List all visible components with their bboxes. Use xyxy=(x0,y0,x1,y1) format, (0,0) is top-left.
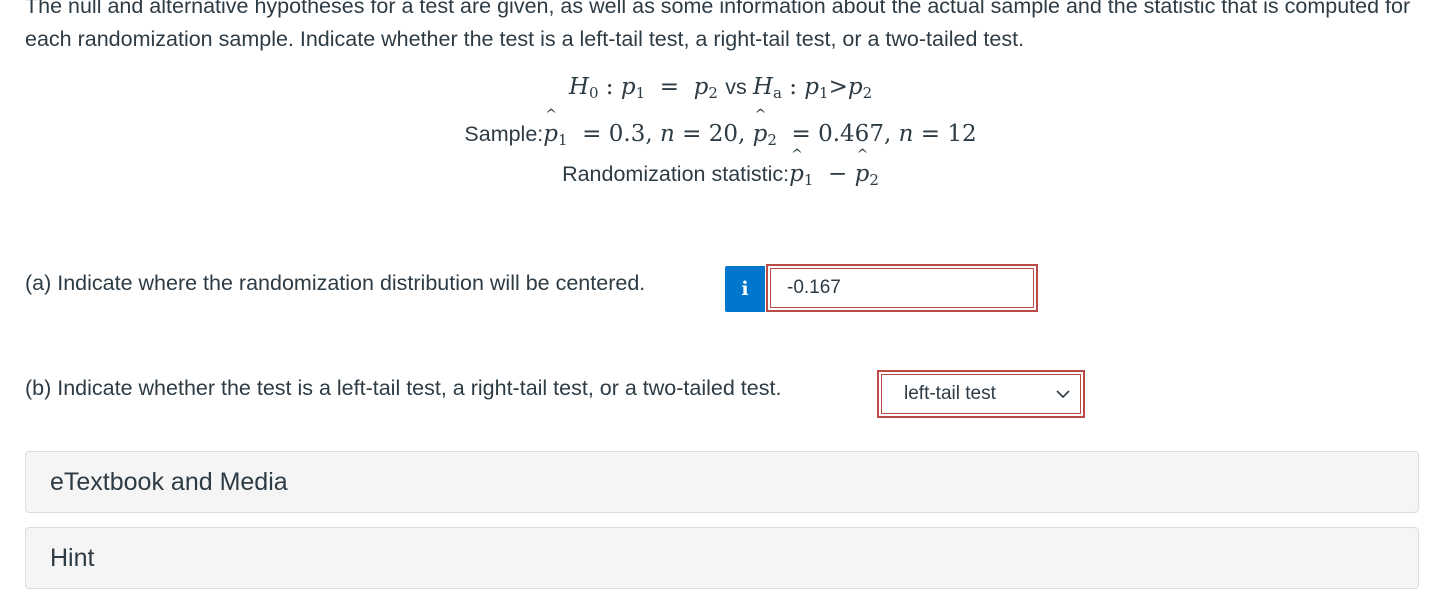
part-b-question: (b) Indicate whether the test is a left-… xyxy=(25,376,782,400)
part-b-selected-value: left-tail test xyxy=(904,383,996,404)
p2-hat-value: 0.467 xyxy=(818,121,884,147)
stat-p2-hat: p xyxy=(855,147,870,187)
hypotheses-line: H0 : p1 = p2 vs Ha : p1>p2 xyxy=(568,74,873,102)
vs-label: vs xyxy=(725,75,747,99)
greater-than-sign: > xyxy=(828,74,848,100)
part-a-answer-field[interactable]: -0.167 xyxy=(766,264,1038,312)
p1-subscript: 1 xyxy=(635,84,646,102)
ha-p1-symbol: p xyxy=(804,74,820,100)
statistic-line: Randomization statistic:p1 − p2 xyxy=(0,147,1441,189)
p2-subscript: 2 xyxy=(708,84,718,102)
stat-p1-subscript: 1 xyxy=(803,171,814,189)
part-a-question: (a) Indicate where the randomization dis… xyxy=(25,271,646,295)
question-intro: The null and alternative hypotheses for … xyxy=(25,0,1411,51)
p2-hat-symbol: p xyxy=(753,107,768,147)
minus-sign: − xyxy=(828,161,848,187)
stat-p1-hat: p xyxy=(789,147,804,187)
n2-value: 12 xyxy=(947,121,977,147)
n1-value: 20 xyxy=(708,121,738,147)
etextbook-media-panel[interactable]: eTextbook and Media xyxy=(25,451,1419,513)
info-icon[interactable]: i xyxy=(725,266,765,312)
ha-p2-symbol: p xyxy=(847,74,863,100)
h0-symbol: H xyxy=(568,74,589,100)
part-a-answer-value[interactable]: -0.167 xyxy=(770,268,1034,308)
chevron-down-icon[interactable] xyxy=(1046,389,1080,399)
statistic-label: Randomization statistic: xyxy=(562,162,790,186)
p2-hat-subscript: 2 xyxy=(767,131,777,149)
sample-line: Sample:p1 = 0.3, n = 20, p2 = 0.467, n =… xyxy=(0,107,1441,149)
h0-subscript: 0 xyxy=(588,84,599,102)
p1-symbol: p xyxy=(620,74,636,100)
ha-p1-subscript: 1 xyxy=(819,84,829,102)
equals-sign: = xyxy=(659,74,680,100)
ha-subscript: a xyxy=(772,84,782,102)
ha-p2-subscript: 2 xyxy=(862,84,873,102)
p1-hat-value: 0.3 xyxy=(608,121,646,147)
sample-label: Sample: xyxy=(464,122,544,146)
ha-symbol: H xyxy=(752,74,773,100)
p2-symbol: p xyxy=(693,74,709,100)
p1-hat-subscript: 1 xyxy=(558,131,568,149)
stat-p2-subscript: 2 xyxy=(869,171,879,189)
p1-hat-symbol: p xyxy=(543,107,558,147)
part-b-select-inner[interactable]: left-tail test xyxy=(881,374,1081,414)
part-b-select[interactable]: left-tail test xyxy=(877,370,1085,418)
hint-panel[interactable]: Hint xyxy=(25,527,1419,589)
